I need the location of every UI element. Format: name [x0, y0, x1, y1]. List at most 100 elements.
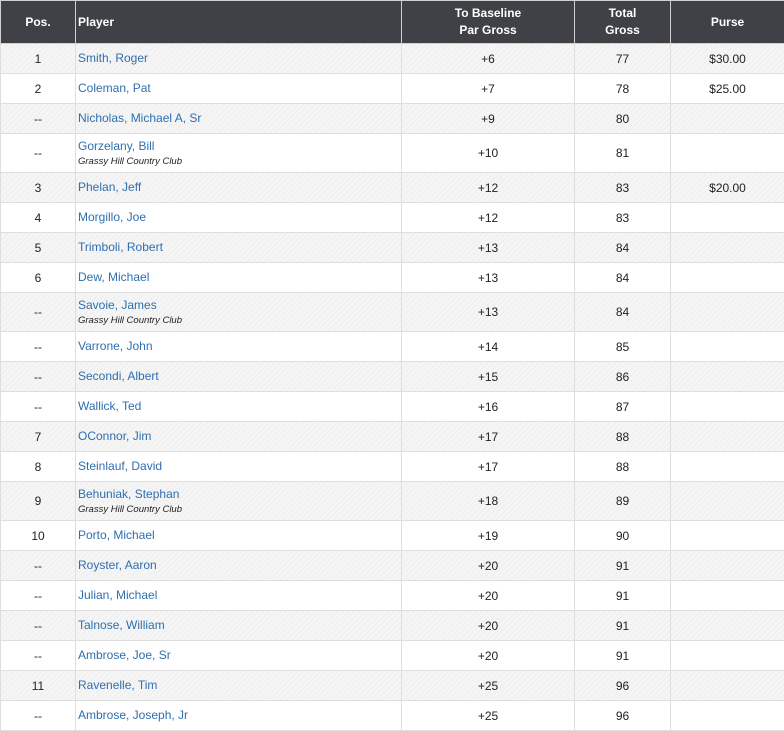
- player-name-link[interactable]: Phelan, Jeff: [78, 180, 397, 195]
- player-name-link[interactable]: OConnor, Jim: [78, 429, 397, 444]
- purse-header[interactable]: Purse: [671, 1, 784, 44]
- purse-cell: [671, 551, 784, 581]
- pos-header-label: Pos.: [25, 15, 50, 29]
- total-gross-cell: 91: [575, 641, 671, 671]
- player-name-link[interactable]: Secondi, Albert: [78, 369, 397, 384]
- par-gross-cell: +7: [402, 74, 575, 104]
- position-cell: --: [1, 362, 76, 392]
- total-gross-cell: 91: [575, 581, 671, 611]
- player-name-link[interactable]: Porto, Michael: [78, 528, 397, 543]
- purse-cell: [671, 521, 784, 551]
- par-gross-cell: +9: [402, 104, 575, 134]
- pos-header[interactable]: Pos.: [1, 1, 76, 44]
- purse-cell: [671, 104, 784, 134]
- player-cell: Ambrose, Joe, Sr: [76, 641, 402, 671]
- player-cell: Dew, Michael: [76, 263, 402, 293]
- total-gross-cell: 84: [575, 293, 671, 332]
- purse-cell: [671, 452, 784, 482]
- total-gross-cell: 80: [575, 104, 671, 134]
- player-name-link[interactable]: Talnose, William: [78, 618, 397, 633]
- table-row: 9Behuniak, StephanGrassy Hill Country Cl…: [1, 482, 784, 521]
- player-name-link[interactable]: Wallick, Ted: [78, 399, 397, 414]
- player-cell: Ravenelle, Tim: [76, 671, 402, 701]
- table-row: 6Dew, Michael +1384: [1, 263, 784, 293]
- par-gross-cell: +17: [402, 422, 575, 452]
- player-name-link[interactable]: Morgillo, Joe: [78, 210, 397, 225]
- player-cell: Morgillo, Joe: [76, 203, 402, 233]
- total-gross-header-line1: Total: [579, 5, 666, 22]
- player-cell: Julian, Michael: [76, 581, 402, 611]
- par-gross-cell: +13: [402, 293, 575, 332]
- par-gross-cell: +12: [402, 203, 575, 233]
- table-row: --Wallick, Ted+1687: [1, 392, 784, 422]
- table-row: 3Phelan, Jeff+1283$20.00: [1, 173, 784, 203]
- position-cell: 1: [1, 44, 76, 74]
- table-row: --Ambrose, Joe, Sr+2091: [1, 641, 784, 671]
- player-cell: Ambrose, Joseph, Jr: [76, 701, 402, 731]
- par-gross-cell: +13: [402, 263, 575, 293]
- table-row: --Talnose, William+2091: [1, 611, 784, 641]
- player-cell: OConnor, Jim: [76, 422, 402, 452]
- total-gross-header-line2: Gross: [579, 22, 666, 39]
- total-gross-cell: 84: [575, 233, 671, 263]
- header-row: Pos. Player To Baseline Par Gross Total …: [1, 1, 784, 44]
- player-name-link[interactable]: Nicholas, Michael A, Sr: [78, 111, 397, 126]
- player-cell: Savoie, JamesGrassy Hill Country Club: [76, 293, 402, 332]
- position-cell: 4: [1, 203, 76, 233]
- purse-cell: [671, 263, 784, 293]
- purse-cell: [671, 233, 784, 263]
- player-name-link[interactable]: Ravenelle, Tim: [78, 678, 397, 693]
- par-gross-cell: +18: [402, 482, 575, 521]
- par-gross-cell: +14: [402, 332, 575, 362]
- player-cell: Steinlauf, David: [76, 452, 402, 482]
- player-name-link[interactable]: Dew, Michael: [78, 270, 397, 285]
- total-gross-cell: 90: [575, 521, 671, 551]
- player-cell: Gorzelany, BillGrassy Hill Country Club: [76, 134, 402, 173]
- total-gross-cell: 89: [575, 482, 671, 521]
- player-name-link[interactable]: Gorzelany, Bill: [78, 139, 397, 154]
- table-row: 7OConnor, Jim+1788: [1, 422, 784, 452]
- total-gross-cell: 78: [575, 74, 671, 104]
- player-name-link[interactable]: Coleman, Pat: [78, 81, 397, 96]
- position-cell: 11: [1, 671, 76, 701]
- total-gross-cell: 84: [575, 263, 671, 293]
- purse-cell: [671, 362, 784, 392]
- player-name-link[interactable]: Steinlauf, David: [78, 459, 397, 474]
- position-cell: 2: [1, 74, 76, 104]
- player-name-link[interactable]: Trimboli, Robert: [78, 240, 397, 255]
- player-name-link[interactable]: Julian, Michael: [78, 588, 397, 603]
- position-cell: --: [1, 581, 76, 611]
- position-cell: --: [1, 104, 76, 134]
- par-gross-cell: +16: [402, 392, 575, 422]
- position-cell: 7: [1, 422, 76, 452]
- player-header[interactable]: Player: [76, 1, 402, 44]
- purse-cell: $20.00: [671, 173, 784, 203]
- position-cell: --: [1, 293, 76, 332]
- position-cell: 6: [1, 263, 76, 293]
- position-cell: --: [1, 134, 76, 173]
- player-name-link[interactable]: Varrone, John: [78, 339, 397, 354]
- total-gross-cell: 88: [575, 452, 671, 482]
- player-name-link[interactable]: Ambrose, Joseph, Jr: [78, 708, 397, 723]
- total-gross-cell: 96: [575, 701, 671, 731]
- player-name-link[interactable]: Smith, Roger: [78, 51, 397, 66]
- player-cell: Talnose, William: [76, 611, 402, 641]
- player-name-link[interactable]: Ambrose, Joe, Sr: [78, 648, 397, 663]
- leaderboard-body: 1Smith, Roger+677$30.002Coleman, Pat+778…: [1, 44, 784, 731]
- total-gross-cell: 86: [575, 362, 671, 392]
- player-name-link[interactable]: Savoie, James: [78, 298, 397, 313]
- purse-cell: [671, 671, 784, 701]
- player-name-link[interactable]: Royster, Aaron: [78, 558, 397, 573]
- purse-cell: $25.00: [671, 74, 784, 104]
- position-cell: 8: [1, 452, 76, 482]
- par-gross-cell: +20: [402, 581, 575, 611]
- purse-cell: [671, 482, 784, 521]
- total-gross-cell: 83: [575, 203, 671, 233]
- par-gross-cell: +15: [402, 362, 575, 392]
- par-gross-header[interactable]: To Baseline Par Gross: [402, 1, 575, 44]
- table-row: 10Porto, Michael+1990: [1, 521, 784, 551]
- total-gross-header[interactable]: Total Gross: [575, 1, 671, 44]
- player-name-link[interactable]: Behuniak, Stephan: [78, 487, 397, 502]
- par-gross-cell: +17: [402, 452, 575, 482]
- player-club: Grassy Hill Country Club: [78, 503, 397, 516]
